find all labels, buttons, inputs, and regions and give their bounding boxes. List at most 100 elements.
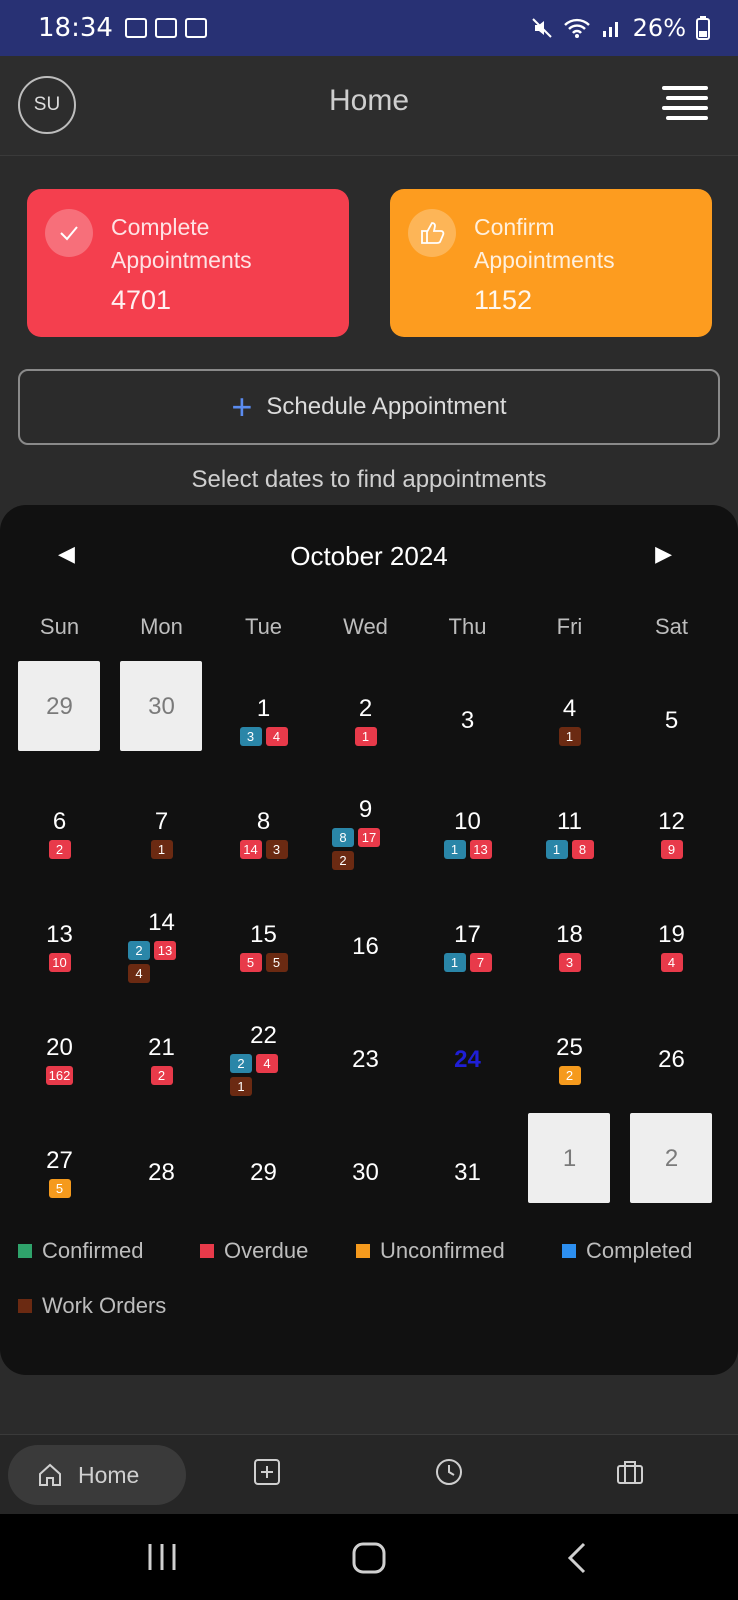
schedule-appointment-button[interactable]: + Schedule Appointment [18,369,720,445]
calendar-day[interactable]: 62 [8,766,111,881]
day-number: 15 [250,921,277,948]
mute-icon [531,18,552,38]
card-icon [124,18,147,38]
notification-icons [124,18,207,38]
battery-percent: 26% [632,14,686,42]
calendar-day[interactable]: 30 [314,1105,417,1220]
calendar-day[interactable]: 17 1 7 [416,879,519,994]
appointment-count-badge: 1 [230,1077,252,1096]
day-number: 20 [46,1034,73,1061]
calendar-day[interactable]: 12 9 [620,766,723,881]
day-badges: 3 [518,953,621,972]
appointment-count-badge: 13 [469,840,492,859]
day-badges: 5 [8,1179,111,1198]
appointment-count-badge: 4 [660,953,683,972]
day-badges: 2 13 4 [110,941,195,983]
calendar-day[interactable]: 26 [620,992,723,1107]
appointment-count-badge: 5 [48,1179,71,1198]
calendar-day[interactable]: 29 [212,1105,315,1220]
day-badges: 2 [518,1066,621,1085]
day-badges: 1 [314,727,417,746]
day-number: 2 [358,695,373,722]
calendar-day-today[interactable]: 24 [416,992,519,1107]
calendar-day[interactable]: 1 34 [212,653,315,768]
legend-swatch [356,1244,370,1258]
calendar-day[interactable]: 21 2 [110,992,213,1107]
calendar: ◀ October 2024 ▶ Sun Mon Tue Wed Thu Fri Sat 29… [0,505,738,1375]
system-nav-bar [0,1514,738,1600]
appointment-count-badge: 13 [154,941,176,960]
calendar-day[interactable]: 13 10 [8,879,111,994]
weekday-header: Tue [244,614,283,639]
calendar-day-outside-month[interactable]: 2 [620,1105,723,1220]
appointment-count-badge: 1 [443,953,466,972]
day-number: 30 [352,1159,379,1186]
calendar-day[interactable]: 21 [314,653,417,768]
legend-label: Completed [586,1238,693,1263]
next-month-arrow-icon[interactable]: ▶ [655,541,672,567]
day-badges: 241 [212,1054,297,1096]
calendar-day[interactable]: 14 2 13 4 [110,879,213,994]
calendar-day[interactable]: 71 [110,766,213,881]
appointment-count-badge: 5 [239,953,262,972]
calendar-day[interactable]: 15 5 5 [212,879,315,994]
calendar-day[interactable]: 5 [620,653,723,768]
nav-home[interactable]: Home [8,1445,186,1505]
battery-icon [696,16,710,40]
legend-label: Overdue [224,1238,309,1263]
day-badges: 4 [620,953,723,972]
clock-icon[interactable] [434,1457,464,1487]
legend-swatch [18,1244,32,1258]
legend-swatch [200,1244,214,1258]
calendar-day[interactable]: 9 8 17 2 [314,766,417,881]
weekday-header: Mon [140,614,183,639]
plus-icon: + [231,386,253,427]
card-count: 1152 [474,285,533,315]
calendar-day-outside-month[interactable]: 29 [8,653,111,768]
appointment-count-badge: 9 [660,840,683,859]
day-number: 27 [46,1147,73,1174]
thumbs-up-icon [408,209,456,257]
calendar-day-outside-month[interactable]: 1 [518,1105,621,1220]
calendar-day[interactable]: 41 [518,653,621,768]
calendar-day[interactable]: 19 4 [620,879,723,994]
add-square-icon[interactable] [252,1457,282,1487]
calendar-day[interactable]: 20 162 [8,992,111,1107]
calendar-day[interactable]: 11 1 8 [518,766,621,881]
confirm-appointments-card[interactable]: Confirm Appointments 1152 [390,189,712,337]
bottom-nav: Home [0,1434,738,1514]
complete-appointments-card[interactable]: Complete Appointments 4701 [27,189,349,337]
recent-apps-icon[interactable] [146,1542,178,1572]
calendar-day[interactable]: 10 1 13 [416,766,519,881]
appointment-count-badge: 3 [239,727,262,746]
day-number: 12 [658,808,685,835]
appointment-count-badge: 162 [45,1066,74,1085]
calendar-day[interactable]: 23 [314,992,417,1107]
calendar-day[interactable]: 31 [416,1105,519,1220]
calendar-day[interactable]: 28 [110,1105,213,1220]
appointment-count-badge: 1 [354,727,377,746]
day-number: 16 [352,933,379,960]
legend-item: Confirmed [18,1238,143,1264]
appointment-count-badge: 2 [230,1054,252,1073]
card-count: 4701 [111,285,172,315]
calendar-day[interactable]: 8 14 3 [212,766,315,881]
calendar-day[interactable]: 25 2 [518,992,621,1107]
hint-text: Select dates to find appointments [191,466,547,493]
menu-icon[interactable] [662,86,708,122]
appointment-count-badge: 17 [358,828,380,847]
day-number: 3 [460,707,475,734]
day-number: 1 [562,1145,577,1172]
calendar-day[interactable]: 3 [416,653,519,768]
back-icon[interactable] [566,1542,588,1574]
day-number: 10 [454,808,481,835]
briefcase-icon[interactable] [615,1457,645,1487]
wifi-icon [563,18,590,38]
calendar-day[interactable]: 27 5 [8,1105,111,1220]
calendar-day[interactable]: 22 2 4 1 [212,992,315,1107]
calendar-day[interactable]: 18 3 [518,879,621,994]
day-badges: 2 [110,1066,213,1085]
calendar-day-outside-month[interactable]: 30 [110,653,213,768]
home-button-icon[interactable] [352,1542,386,1574]
calendar-day[interactable]: 16 [314,879,417,994]
